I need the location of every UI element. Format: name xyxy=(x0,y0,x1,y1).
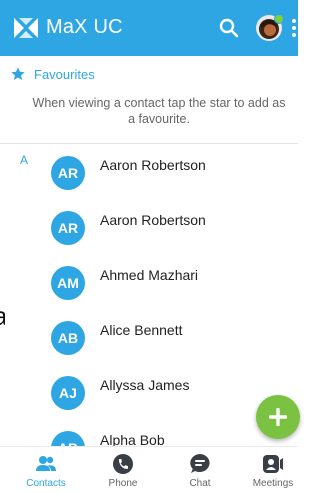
tab-contacts[interactable]: Contacts xyxy=(11,447,81,493)
plus-icon xyxy=(269,408,287,426)
more-vert-icon[interactable] xyxy=(292,19,296,37)
tab-chat[interactable]: Chat xyxy=(165,447,235,493)
max-uc-logo-icon xyxy=(14,17,38,38)
contact-avatar: AM xyxy=(51,266,85,300)
contact-name: Alice Bennett xyxy=(100,322,183,338)
contact-name: Ahmed Mazhari xyxy=(100,267,199,283)
tab-phone[interactable]: Phone xyxy=(88,447,158,493)
contact-item[interactable]: AM Ahmed Mazhari xyxy=(51,266,291,302)
contact-item[interactable]: AR Aaron Robertson xyxy=(51,211,291,247)
online-status-dot xyxy=(274,14,284,24)
contact-avatar: AB xyxy=(51,321,85,355)
tab-label: Meetings xyxy=(252,478,294,489)
edge-glyph: a xyxy=(0,301,5,332)
favourites-hint: When viewing a contact tap the star to a… xyxy=(32,96,286,126)
tab-label: Chat xyxy=(189,478,211,489)
favourites-label: Favourites xyxy=(34,66,95,82)
contact-name: Aaron Robertson xyxy=(100,157,206,173)
favourites-header: Favourites xyxy=(10,66,95,82)
contact-avatar: AJ xyxy=(51,376,85,410)
tab-meetings[interactable]: Meetings xyxy=(238,447,308,493)
search-icon[interactable] xyxy=(217,16,241,40)
contact-item[interactable]: AB Alice Bennett xyxy=(51,321,291,357)
meetings-icon xyxy=(263,455,283,473)
contact-name: Aaron Robertson xyxy=(100,212,206,228)
user-avatar[interactable] xyxy=(256,14,284,41)
tab-label: Phone xyxy=(108,478,138,489)
add-contact-button[interactable] xyxy=(256,395,300,439)
contacts-icon xyxy=(36,456,56,471)
star-icon xyxy=(11,67,25,80)
bottom-nav: Contacts Phone Chat Meetings xyxy=(0,446,298,493)
app-bar: MaX UC xyxy=(0,0,298,56)
phone-icon xyxy=(113,454,133,474)
app-title: MaX UC xyxy=(46,16,123,38)
contact-item[interactable]: AJ Allyssa James xyxy=(51,376,291,412)
contact-avatar: AR xyxy=(51,211,85,245)
contact-avatar: AR xyxy=(51,156,85,190)
tab-label: Contacts xyxy=(26,478,66,489)
section-letter: A xyxy=(20,153,29,167)
contact-name: Allyssa James xyxy=(100,377,190,393)
chat-icon xyxy=(190,454,210,473)
contact-item[interactable]: AR Aaron Robertson xyxy=(51,156,291,192)
divider xyxy=(0,143,298,144)
brand: MaX UC xyxy=(14,16,123,39)
